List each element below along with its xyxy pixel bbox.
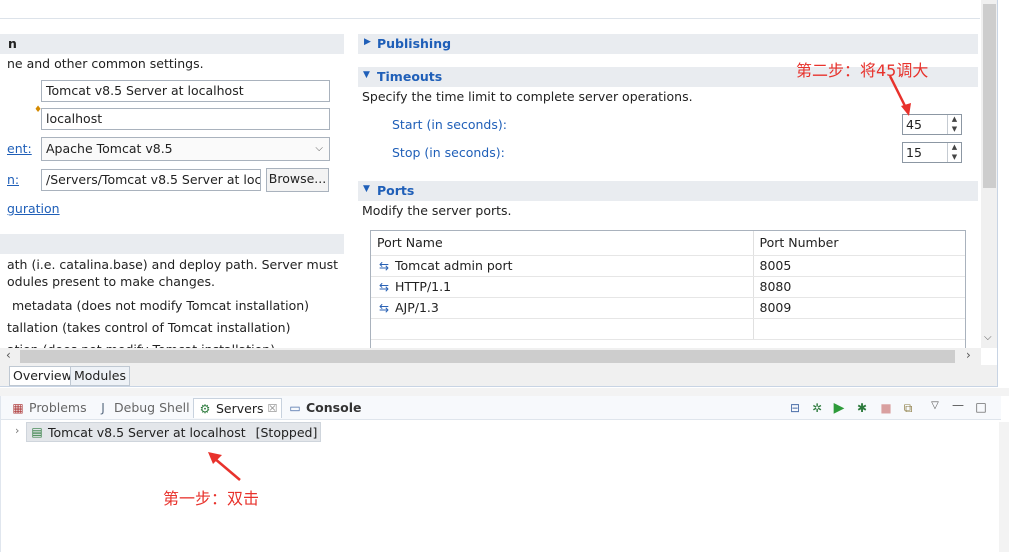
servers-icon: ⚙ [199, 401, 211, 416]
debug-shell-icon: J [101, 400, 105, 415]
server-locations-text-line2: odules present to make changes. [7, 274, 215, 289]
publishing-section-title: Publishing [377, 36, 452, 51]
ports-description: Modify the server ports. [362, 203, 512, 218]
warning-icon: ♦ [34, 105, 43, 115]
minimize-icon[interactable]: — [951, 398, 965, 412]
stop-timeout-value: 15 [906, 145, 922, 160]
debug-server-icon[interactable]: ✲ [810, 401, 824, 415]
stop-timeout-spinner[interactable]: 15 ▲ ▼ [902, 142, 962, 163]
host-name-input[interactable]: localhost [41, 108, 330, 130]
port-name: HTTP/1.1 [394, 279, 452, 294]
server-entry-name: Tomcat v8.5 Server at localhost [48, 424, 246, 440]
configuration-path-input[interactable]: /Servers/Tomcat v8.5 Server at locall [41, 169, 261, 191]
tab-problems[interactable]: ▦ Problems [11, 400, 87, 415]
port-name: Tomcat admin port [394, 258, 513, 273]
profile-server-icon[interactable]: ✱ [855, 401, 869, 415]
chevron-down-icon[interactable]: ⌵ [984, 332, 992, 343]
tab-servers[interactable]: ⚙ Servers ☒ [193, 398, 283, 418]
stop-server-icon[interactable]: ■ [879, 401, 893, 415]
expand-triangle-icon: ▶ [364, 37, 371, 47]
location-option-workspace[interactable]: metadata (does not modify Tomcat install… [12, 298, 309, 313]
expand-arrow-icon[interactable]: › [15, 424, 19, 437]
annotation-arrow-step2 [888, 75, 911, 116]
tomcat-server-icon: ▤ [31, 425, 43, 439]
port-number-header[interactable]: Port Number [752, 231, 965, 256]
tab-servers-label: Servers [216, 401, 264, 416]
editor-top-divider [0, 18, 980, 19]
port-icon: ⇆ [378, 280, 390, 294]
server-entry[interactable]: ▤ Tomcat v8.5 Server at localhost [Stopp… [26, 422, 322, 442]
tab-overview[interactable]: Overview [9, 366, 76, 386]
timeouts-section-title: Timeouts [377, 69, 443, 84]
annotation-step1: 第一步：双击 [163, 489, 260, 508]
general-description: ne and other common settings. [7, 56, 204, 71]
start-server-icon[interactable]: ▶ [832, 401, 846, 415]
chevron-left-icon[interactable]: ‹ [6, 348, 11, 362]
ports-section-header[interactable]: ▼ Ports [358, 181, 978, 201]
configuration-path-link[interactable]: n: [7, 172, 19, 187]
port-number[interactable]: 8080 [752, 276, 965, 298]
views-panel: ▦ Problems J Debug Shell ⚙ Servers ☒ ▭ C… [0, 396, 1009, 552]
right-edge-strip [999, 422, 1009, 552]
port-number[interactable]: 8005 [752, 255, 965, 277]
console-icon: ▭ [289, 400, 301, 415]
chevron-down-icon: ⌵ [315, 143, 323, 154]
tab-console-label: Console [306, 400, 362, 415]
timeouts-description: Specify the time limit to complete serve… [362, 89, 693, 104]
port-number[interactable]: 8009 [752, 297, 965, 319]
annotation-arrow-step1 [208, 452, 241, 481]
tab-console[interactable]: ▭ Console [288, 400, 361, 415]
table-row[interactable]: ⇆ Tomcat admin port 8005 [371, 255, 965, 277]
collapse-triangle-icon: ▼ [363, 184, 370, 194]
port-name: AJP/1.3 [394, 300, 439, 315]
open-launch-configuration-link[interactable]: guration [7, 201, 60, 216]
table-row [371, 318, 965, 340]
server-state: [Stopped] [255, 424, 318, 440]
browse-button[interactable]: Browse... [266, 168, 329, 192]
server-locations-text-line1: ath (i.e. catalina.base) and deploy path… [7, 257, 341, 272]
vertical-scrollbar-thumb[interactable] [983, 4, 996, 188]
chevron-right-icon[interactable]: › [966, 348, 971, 362]
server-name-input[interactable]: Tomcat v8.5 Server at localhost [41, 80, 330, 102]
runtime-environment-link[interactable]: ent: [7, 141, 32, 156]
table-row[interactable]: ⇆ AJP/1.3 8009 [371, 297, 965, 319]
runtime-environment-select[interactable]: Apache Tomcat v8.5 ⌵ [41, 137, 330, 161]
port-icon: ⇆ [378, 301, 390, 315]
publish-icon[interactable]: ⧉ [901, 401, 915, 415]
table-row[interactable]: ⇆ HTTP/1.1 8080 [371, 276, 965, 298]
ports-table[interactable]: Port Name Port Number ⇆ Tomcat admin por… [370, 230, 966, 350]
port-name-header[interactable]: Port Name [371, 231, 753, 256]
close-icon[interactable]: ☒ [268, 402, 278, 415]
spin-down-icon[interactable]: ▼ [948, 125, 961, 135]
editor-page-tabs: Overview Modules [0, 365, 997, 386]
publishing-section-header[interactable]: ▶ Publishing [358, 34, 978, 54]
horizontal-scrollbar-thumb[interactable] [20, 350, 955, 363]
ports-section-title: Ports [377, 183, 415, 198]
tab-debug-shell[interactable]: J Debug Shell [96, 400, 190, 415]
general-section-title: n [8, 36, 17, 51]
vertical-scrollbar[interactable]: ⌵ [981, 0, 997, 348]
collapse-all-icon[interactable]: ⊟ [788, 401, 802, 415]
spin-up-icon[interactable]: ▲ [948, 115, 961, 125]
problems-icon: ▦ [12, 400, 24, 415]
general-section-header[interactable]: n [0, 34, 344, 54]
horizontal-scrollbar[interactable]: ‹ › [0, 348, 981, 365]
start-timeout-label: Start (in seconds): [392, 117, 507, 132]
views-tab-bar: ▦ Problems J Debug Shell ⚙ Servers ☒ ▭ C… [1, 396, 1001, 420]
maximize-icon[interactable]: □ [974, 400, 988, 414]
tab-problems-label: Problems [29, 400, 87, 415]
tab-debug-shell-label: Debug Shell [114, 400, 190, 415]
stop-timeout-label: Stop (in seconds): [392, 145, 505, 160]
spin-down-icon[interactable]: ▼ [948, 153, 961, 163]
server-locations-section-header[interactable] [0, 234, 344, 254]
port-icon: ⇆ [378, 259, 390, 273]
collapse-triangle-icon: ▼ [363, 70, 370, 80]
runtime-environment-value: Apache Tomcat v8.5 [46, 141, 173, 156]
location-option-install[interactable]: tallation (takes control of Tomcat insta… [7, 320, 290, 335]
spin-up-icon[interactable]: ▲ [948, 143, 961, 153]
tab-modules[interactable]: Modules [70, 366, 130, 386]
view-menu-icon[interactable]: ▽ [928, 399, 942, 413]
